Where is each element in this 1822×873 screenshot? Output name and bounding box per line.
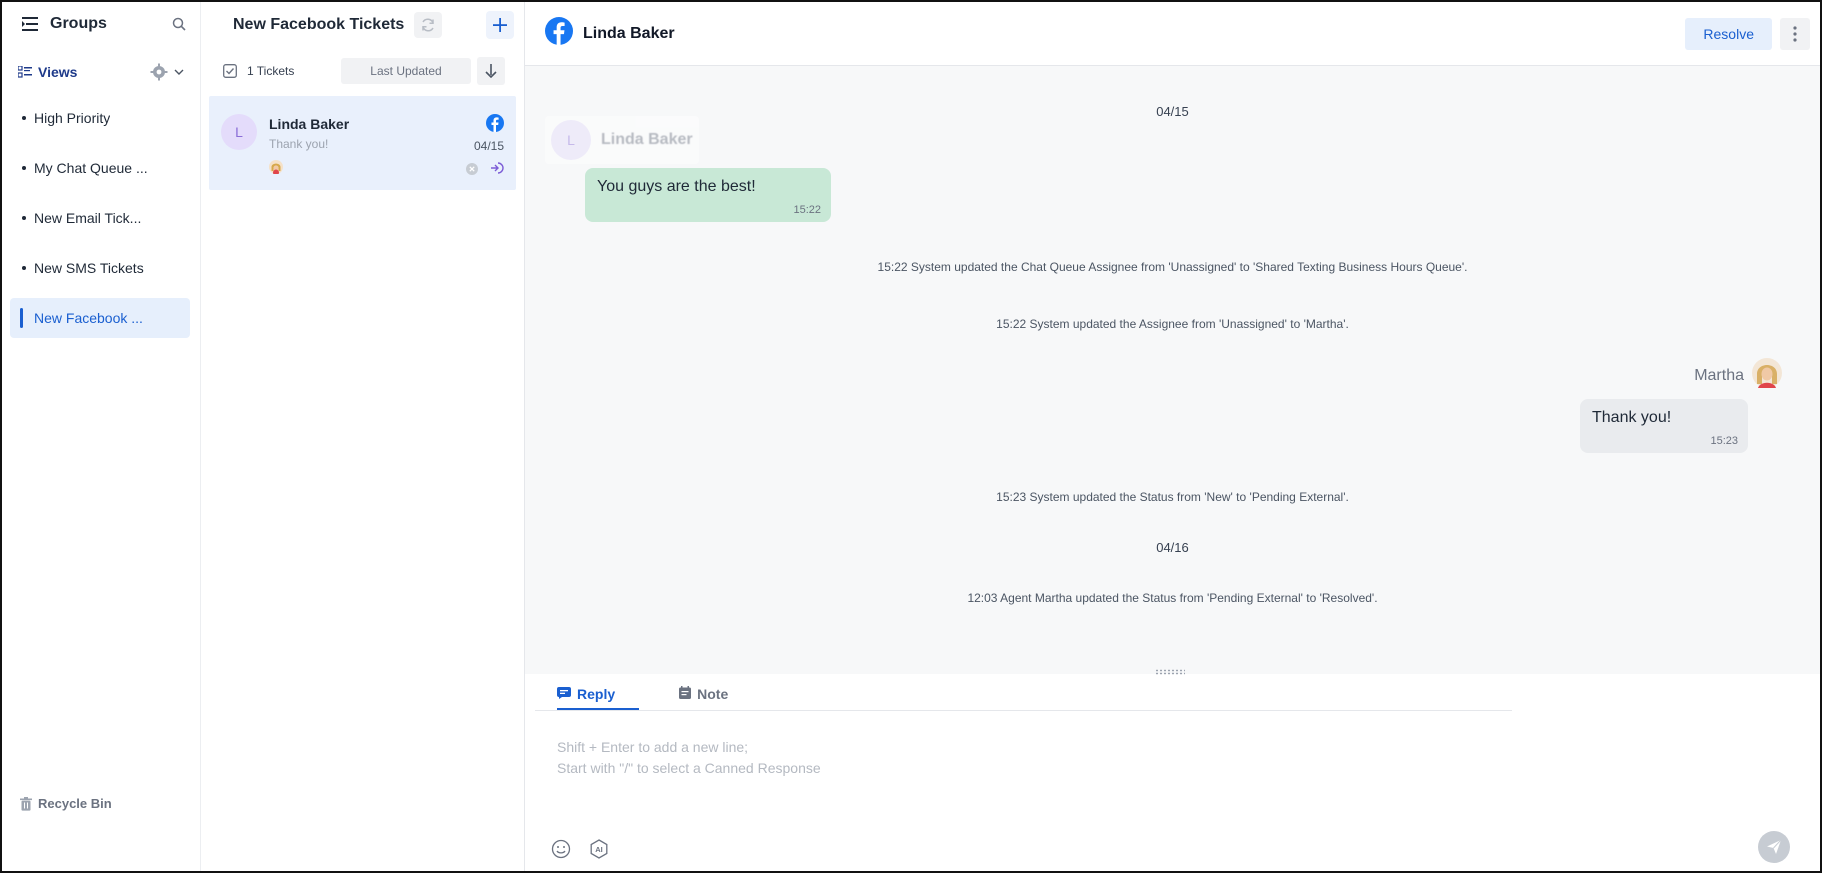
composer-tabs: Reply Note — [535, 677, 1512, 711]
view-item-new-email-tickets[interactable]: New Email Tick... — [10, 198, 190, 238]
tab-note[interactable]: Note — [679, 686, 728, 710]
customer-name: Linda Baker — [601, 131, 693, 148]
recycle-bin-label: Recycle Bin — [38, 796, 112, 811]
trash-icon — [20, 796, 32, 811]
ticket-preview: Thank you! — [269, 137, 329, 151]
more-vertical-icon — [1793, 25, 1797, 42]
views-list: High Priority My Chat Queue ... New Emai… — [2, 98, 200, 348]
refresh-icon — [422, 18, 435, 32]
date-separator: 04/16 — [1156, 540, 1189, 555]
sort-select[interactable]: Last Updated — [341, 58, 471, 84]
resize-handle[interactable] — [1155, 669, 1185, 675]
groups-panel: Groups Views High Priority My Chat Queue… — [2, 2, 201, 871]
groups-header: Groups — [2, 2, 200, 46]
search-icon[interactable] — [172, 17, 186, 31]
view-item-new-sms-tickets[interactable]: New SMS Tickets — [10, 248, 190, 288]
svg-text:AI: AI — [595, 845, 603, 854]
view-item-label: New Facebook ... — [34, 310, 143, 326]
chevron-down-icon[interactable] — [174, 69, 184, 75]
tickets-title: New Facebook Tickets — [233, 16, 405, 33]
agent-message-bubble: Thank you! 15:23 — [1580, 399, 1748, 453]
conversation-header: Linda Baker Resolve — [525, 2, 1820, 66]
tab-note-label: Note — [697, 686, 729, 702]
ticket-list-item[interactable]: L Linda Baker Thank you! 04/15 — [209, 96, 516, 190]
view-item-label: High Priority — [34, 110, 111, 126]
add-ticket-button[interactable] — [486, 11, 514, 39]
ticket-date: 04/15 — [473, 139, 504, 153]
message-time: 15:22 — [793, 204, 821, 216]
ticket-customer-name: Linda Baker — [269, 116, 350, 132]
view-item-new-facebook-tickets[interactable]: New Facebook ... — [10, 298, 190, 338]
system-event: 12:03 Agent Martha updated the Status fr… — [967, 591, 1378, 605]
contact-name: Linda Baker — [583, 24, 675, 42]
assigned-agent-avatar — [269, 160, 283, 179]
bullet — [22, 266, 26, 270]
date-separator: 04/15 — [1156, 104, 1189, 119]
plus-icon — [493, 18, 507, 32]
reply-input[interactable] — [557, 737, 1782, 797]
chat-bubble-icon — [557, 686, 571, 702]
more-options-button[interactable] — [1780, 17, 1810, 50]
system-event: 15:22 System updated the Assignee from '… — [996, 317, 1349, 331]
tickets-panel: New Facebook Tickets 1 Tickets Last Upda… — [201, 2, 525, 871]
bullet — [22, 216, 26, 220]
view-item-label: New Email Tick... — [34, 210, 142, 226]
customer-header: L Linda Baker — [545, 116, 699, 164]
checkbox-icon[interactable] — [223, 64, 237, 78]
reply-composer: Reply Note AI — [535, 669, 1802, 871]
agent-header: Martha — [1694, 358, 1782, 393]
customer-avatar: L — [551, 120, 591, 160]
send-button[interactable] — [1758, 831, 1790, 863]
app-window: Groups Views High Priority My Chat Queue… — [0, 0, 1822, 873]
menu-collapse-icon[interactable] — [22, 17, 38, 31]
views-label: Views — [38, 64, 78, 80]
views-row: Views — [2, 46, 200, 98]
note-icon — [679, 686, 692, 702]
facebook-icon — [486, 114, 504, 137]
view-item-high-priority[interactable]: High Priority — [10, 98, 190, 138]
message-text: Thank you! — [1592, 409, 1672, 426]
active-indicator — [20, 308, 23, 328]
list-view-icon — [18, 66, 32, 78]
customer-avatar: L — [221, 114, 257, 150]
sort-direction-button[interactable] — [477, 57, 505, 85]
tab-reply[interactable]: Reply — [557, 686, 640, 710]
emoji-icon[interactable] — [551, 839, 571, 859]
send-icon — [1767, 839, 1782, 854]
system-event: 15:23 System updated the Status from 'Ne… — [996, 490, 1349, 504]
message-text: You guys are the best! — [597, 178, 756, 195]
view-item-label: New SMS Tickets — [34, 260, 144, 276]
close-ticket-icon[interactable] — [466, 162, 478, 180]
agent-avatar — [1752, 358, 1782, 393]
conversation-panel: Linda Baker Resolve 04/15 L Linda Baker … — [525, 2, 1820, 871]
refresh-button[interactable] — [414, 12, 443, 38]
tab-reply-label: Reply — [577, 686, 616, 702]
agent-name: Martha — [1694, 366, 1744, 384]
tickets-header: New Facebook Tickets — [201, 2, 524, 48]
facebook-icon — [545, 17, 573, 50]
groups-title: Groups — [50, 15, 107, 32]
ai-icon[interactable]: AI — [589, 839, 609, 859]
recycle-bin-link[interactable]: Recycle Bin — [20, 796, 112, 811]
ticket-list-toolbar: 1 Tickets Last Updated — [201, 48, 524, 94]
arrow-down-icon — [485, 64, 497, 78]
gear-icon[interactable] — [150, 63, 168, 81]
ticket-count: 1 Tickets — [247, 64, 295, 78]
bullet — [22, 166, 26, 170]
transfer-icon[interactable] — [490, 161, 504, 179]
customer-message-bubble: You guys are the best! 15:22 — [585, 168, 831, 222]
view-item-my-chat-queue[interactable]: My Chat Queue ... — [10, 148, 190, 188]
system-event: 15:22 System updated the Chat Queue Assi… — [877, 260, 1468, 274]
bullet — [22, 116, 26, 120]
view-item-label: My Chat Queue ... — [34, 160, 148, 176]
message-thread[interactable]: 04/15 L Linda Baker You guys are the bes… — [525, 66, 1820, 674]
resolve-button[interactable]: Resolve — [1685, 17, 1772, 50]
message-time: 15:23 — [1710, 435, 1738, 447]
